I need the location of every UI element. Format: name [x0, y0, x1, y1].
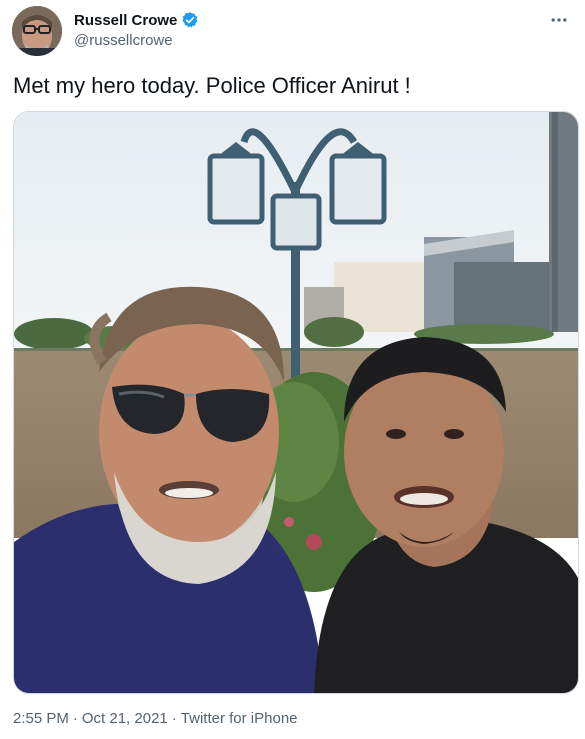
tweet-source[interactable]: Twitter for iPhone — [181, 710, 298, 727]
author-handle[interactable]: @russellcrowe — [74, 32, 173, 49]
tweet-metadata: 2:55 PM · Oct 21, 2021 · Twitter for iPh… — [13, 710, 298, 727]
author-name-row[interactable]: Russell Crowe — [74, 10, 199, 30]
tweet-text: Met my hero today. Police Officer Anirut… — [13, 73, 411, 98]
meta-separator: · — [171, 710, 177, 727]
verified-badge-icon — [181, 11, 199, 29]
tweet-date[interactable]: Oct 21, 2021 — [82, 710, 168, 727]
meta-separator: · — [72, 710, 78, 727]
tweet-photo[interactable] — [13, 111, 579, 694]
author-name[interactable]: Russell Crowe — [74, 12, 177, 29]
tweet-card: Russell Crowe @russellcrowe Met my hero … — [0, 0, 585, 739]
tweet-time[interactable]: 2:55 PM — [13, 710, 69, 727]
more-options-icon[interactable] — [547, 8, 571, 32]
author-avatar[interactable] — [12, 6, 62, 56]
